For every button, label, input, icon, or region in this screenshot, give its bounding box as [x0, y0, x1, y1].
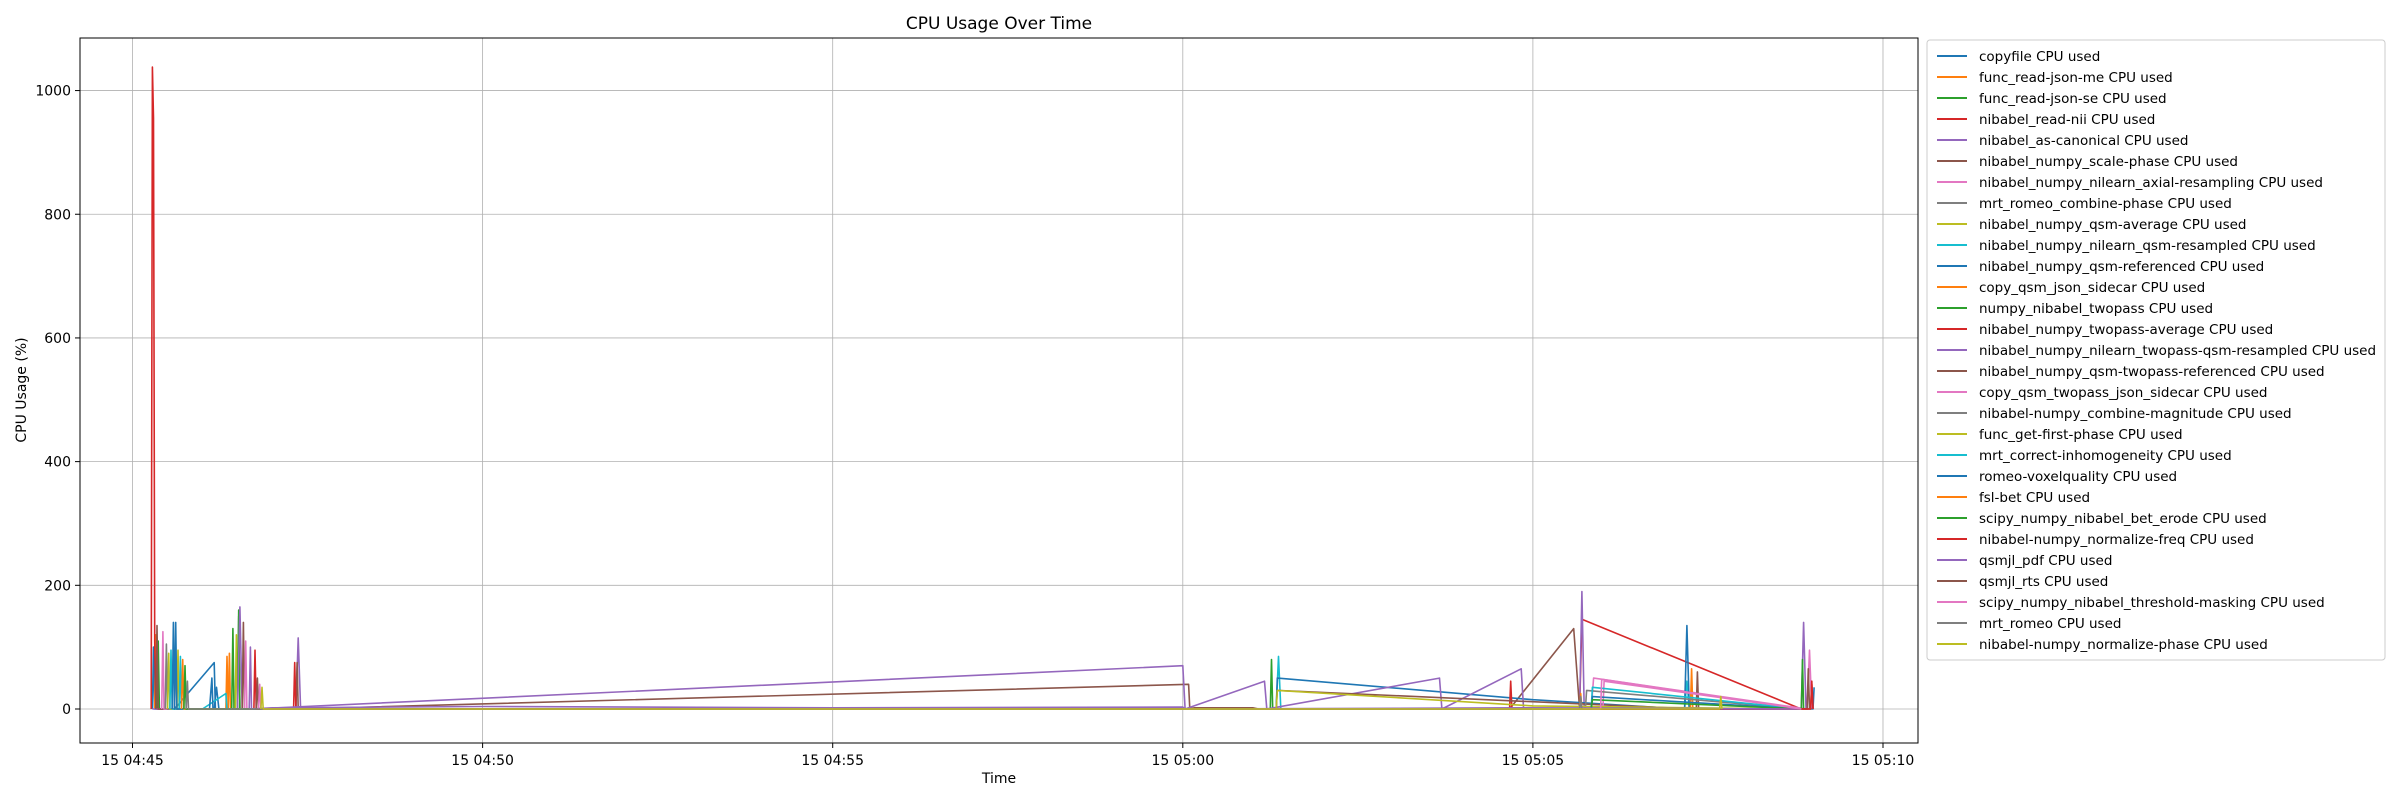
- x-axis-label: Time: [981, 771, 1016, 787]
- y-tick-label: 0: [62, 702, 71, 718]
- legend-entry: nibabel_numpy_qsm-referenced CPU used: [1979, 259, 2264, 275]
- legend-entry: mrt_romeo CPU used: [1979, 616, 2121, 632]
- legend-entry: nibabel-numpy_combine-magnitude CPU used: [1979, 406, 2292, 422]
- x-tick-label: 15 05:05: [1502, 753, 1565, 769]
- cpu-usage-chart: CPU Usage Over Time 15 04:45 15 04:50 15 0…: [0, 0, 2400, 800]
- legend-entry: func_read-json-se CPU used: [1979, 91, 2167, 107]
- y-axis-label: CPU Usage (%): [14, 337, 30, 442]
- x-tick-label: 15 04:50: [451, 753, 514, 769]
- legend-entry: nibabel_numpy_qsm-twopass-referenced CPU…: [1979, 364, 2325, 380]
- legend-entry: qsmjl_pdf CPU used: [1979, 553, 2112, 569]
- legend-entry: nibabel_numpy_nilearn_twopass-qsm-resamp…: [1979, 343, 2376, 359]
- y-tick-label: 600: [44, 331, 71, 347]
- legend-entry: romeo-voxelquality CPU used: [1979, 469, 2177, 485]
- legend-entry: nibabel-numpy_normalize-freq CPU used: [1979, 532, 2254, 548]
- x-tick-label: 15 04:55: [801, 753, 864, 769]
- legend-entry: nibabel_numpy_nilearn_axial-resampling C…: [1979, 175, 2323, 191]
- legend-entry: nibabel_numpy_qsm-average CPU used: [1979, 217, 2246, 233]
- y-tick-label: 800: [44, 207, 71, 223]
- legend-entry: func_get-first-phase CPU used: [1979, 427, 2183, 443]
- legend-entry: func_read-json-me CPU used: [1979, 70, 2173, 86]
- legend: copyfile CPU used func_read-json-me CPU u…: [1926, 39, 2386, 661]
- legend-entry: mrt_correct-inhomogeneity CPU used: [1979, 448, 2232, 464]
- legend-entry: copy_qsm_twopass_json_sidecar CPU used: [1979, 385, 2268, 401]
- legend-entry: nibabel_numpy_scale-phase CPU used: [1979, 154, 2238, 170]
- x-tick-label: 15 05:00: [1151, 753, 1214, 769]
- y-tick-label: 200: [44, 578, 71, 594]
- x-tick-label: 15 04:45: [101, 753, 164, 769]
- legend-entry: nibabel_numpy_nilearn_qsm-resampled CPU …: [1979, 238, 2316, 254]
- legend-entry: nibabel_as-canonical CPU used: [1979, 133, 2188, 149]
- legend-entry: nibabel_numpy_twopass-average CPU used: [1979, 322, 2273, 338]
- legend-entry: fsl-bet CPU used: [1979, 490, 2090, 506]
- legend-entry: mrt_romeo_combine-phase CPU used: [1979, 196, 2232, 212]
- legend-entry: qsmjl_rts CPU used: [1979, 574, 2108, 590]
- legend-entry: scipy_numpy_nibabel_threshold-masking CP…: [1979, 595, 2325, 611]
- legend-entry: scipy_numpy_nibabel_bet_erode CPU used: [1979, 511, 2267, 527]
- legend-entry: numpy_nibabel_twopass CPU used: [1979, 301, 2213, 317]
- y-tick-label: 1000: [35, 84, 71, 100]
- legend-entry: copyfile CPU used: [1979, 49, 2100, 65]
- legend-entry: copy_qsm_json_sidecar CPU used: [1979, 280, 2205, 296]
- x-tick-label: 15 05:10: [1852, 753, 1915, 769]
- legend-entry: nibabel-numpy_normalize-phase CPU used: [1979, 637, 2268, 653]
- legend-entry: nibabel_read-nii CPU used: [1979, 112, 2155, 128]
- y-tick-label: 400: [44, 455, 71, 471]
- chart-title: CPU Usage Over Time: [906, 14, 1092, 34]
